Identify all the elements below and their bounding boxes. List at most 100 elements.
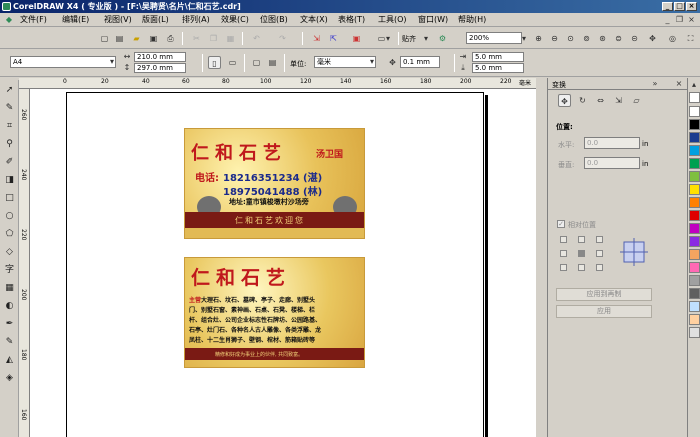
rectangle-tool-icon[interactable]: □ bbox=[3, 192, 16, 205]
color-swatch[interactable] bbox=[689, 262, 700, 273]
import-icon[interactable]: ⇲ bbox=[310, 32, 323, 45]
docker-expand-icon[interactable]: » bbox=[650, 78, 660, 89]
zoom-page-icon[interactable]: ⊛ bbox=[596, 32, 609, 45]
page-width-field[interactable]: 210.0 mm bbox=[134, 52, 186, 62]
menu-file[interactable]: 文件(F) bbox=[20, 14, 47, 26]
no-color-swatch[interactable] bbox=[689, 92, 700, 103]
paper-dropdown-icon[interactable]: ▾ bbox=[108, 56, 116, 67]
anchor-bottom-center[interactable] bbox=[578, 264, 585, 271]
table-tool-icon[interactable]: ▦ bbox=[3, 282, 16, 295]
polygon-tool-icon[interactable]: ⬠ bbox=[3, 228, 16, 241]
duplicate-y-field[interactable]: 5.0 mm bbox=[472, 63, 524, 73]
anchor-middle-left[interactable] bbox=[560, 250, 567, 257]
anchor-bottom-left[interactable] bbox=[560, 264, 567, 271]
menu-help[interactable]: 帮助(H) bbox=[458, 14, 486, 26]
color-swatch[interactable] bbox=[689, 158, 700, 169]
shape-tool-icon[interactable]: ✎ bbox=[3, 102, 16, 115]
anchor-middle-right[interactable] bbox=[596, 250, 603, 257]
menu-text[interactable]: 文本(X) bbox=[300, 14, 328, 26]
application-launcher-icon[interactable]: ▣ bbox=[350, 32, 363, 45]
vertical-field[interactable]: 0.0 bbox=[584, 157, 640, 169]
color-swatch[interactable] bbox=[689, 119, 700, 130]
anchor-top-center[interactable] bbox=[578, 236, 585, 243]
save-icon[interactable]: ▣ bbox=[147, 32, 160, 45]
print-icon[interactable]: ⎙ bbox=[164, 32, 177, 45]
pick-tool-icon[interactable]: ➚ bbox=[3, 84, 16, 97]
units-dropdown-icon[interactable]: ▾ bbox=[368, 56, 376, 67]
doc-minimize-icon[interactable]: _ bbox=[662, 13, 673, 24]
paste-icon[interactable]: ▦ bbox=[224, 32, 237, 45]
all-pages-icon[interactable]: ▢ bbox=[250, 56, 263, 69]
open-icon[interactable]: ▰ bbox=[130, 32, 143, 45]
color-swatch[interactable] bbox=[689, 314, 700, 325]
redo-icon[interactable]: ↷ bbox=[276, 32, 289, 45]
color-swatch[interactable] bbox=[689, 132, 700, 143]
menu-layout[interactable]: 版面(L) bbox=[142, 14, 169, 26]
new-icon[interactable]: ▢ bbox=[98, 32, 111, 45]
business-card-front[interactable]: 仁和石艺 汤卫国 电话: 18216351234 (湛) 18975041488… bbox=[184, 128, 365, 239]
interactive-blend-tool-icon[interactable]: ◐ bbox=[3, 300, 16, 313]
duplicate-x-field[interactable]: 5.0 mm bbox=[472, 52, 524, 62]
color-swatch[interactable] bbox=[689, 223, 700, 234]
nudge-field[interactable]: 0.1 mm bbox=[400, 56, 440, 68]
cut-icon[interactable]: ✂ bbox=[190, 32, 203, 45]
color-swatch[interactable] bbox=[689, 288, 700, 299]
anchor-top-right[interactable] bbox=[596, 236, 603, 243]
zoom-tool-icon[interactable]: ⚲ bbox=[3, 138, 16, 151]
horizontal-field[interactable]: 0.0 bbox=[584, 137, 640, 149]
ellipse-tool-icon[interactable]: ○ bbox=[3, 210, 16, 223]
freehand-tool-icon[interactable]: ✐ bbox=[3, 156, 16, 169]
anchor-bottom-right[interactable] bbox=[596, 264, 603, 271]
apply-button[interactable]: 应用 bbox=[556, 305, 652, 318]
doc-close-icon[interactable]: × bbox=[686, 13, 697, 24]
zoom-in-icon[interactable]: ⊕ bbox=[532, 32, 545, 45]
minimize-button[interactable]: _ bbox=[662, 2, 673, 11]
document-icon[interactable]: ◆ bbox=[3, 13, 15, 25]
menu-bitmaps[interactable]: 位图(B) bbox=[260, 14, 288, 26]
snap-to-label[interactable]: 贴齐 bbox=[402, 34, 416, 44]
menu-window[interactable]: 窗口(W) bbox=[418, 14, 448, 26]
color-swatch[interactable] bbox=[689, 197, 700, 208]
menu-edit[interactable]: 编辑(E) bbox=[62, 14, 89, 26]
zoom-page-height-icon[interactable]: ⊝ bbox=[628, 32, 641, 45]
zoom-page-width-icon[interactable]: ⊜ bbox=[612, 32, 625, 45]
apply-to-duplicate-button[interactable]: 应用到再制 bbox=[556, 288, 652, 301]
copy-icon[interactable]: ❐ bbox=[207, 32, 220, 45]
color-swatch[interactable] bbox=[689, 171, 700, 182]
color-swatch[interactable] bbox=[689, 184, 700, 195]
new-from-template-icon[interactable]: ▤ bbox=[113, 32, 126, 45]
maximize-button[interactable]: □ bbox=[674, 2, 685, 11]
eyedropper-tool-icon[interactable]: ✒ bbox=[3, 318, 16, 331]
horizontal-ruler[interactable]: 0 20 40 60 80 100 120 140 160 180 200 22… bbox=[19, 78, 536, 89]
position-tab-icon[interactable]: ✥ bbox=[558, 94, 571, 107]
outline-tool-icon[interactable]: ✎ bbox=[3, 336, 16, 349]
business-card-back[interactable]: 仁和石艺 主营 大理石、坟石、墓碑、亭子、走廊、别墅头 门、别墅石窗、素神画、石… bbox=[184, 257, 365, 368]
menu-arrange[interactable]: 排列(A) bbox=[182, 14, 210, 26]
coreldraw-app-icon[interactable] bbox=[2, 2, 11, 11]
palette-scroll-up-icon[interactable]: ▴ bbox=[688, 80, 700, 90]
zoom-selected-icon[interactable]: ⊙ bbox=[564, 32, 577, 45]
anchor-center[interactable] bbox=[578, 250, 585, 257]
menu-view[interactable]: 视图(V) bbox=[104, 14, 132, 26]
color-swatch[interactable] bbox=[689, 236, 700, 247]
pan-icon[interactable]: ✥ bbox=[646, 32, 659, 45]
color-swatch[interactable] bbox=[689, 275, 700, 286]
menu-table[interactable]: 表格(T) bbox=[338, 14, 365, 26]
relative-position-checkbox[interactable]: ✓ bbox=[557, 220, 565, 228]
landscape-icon[interactable]: ▭ bbox=[226, 56, 239, 69]
text-tool-icon[interactable]: 字 bbox=[3, 264, 16, 277]
docker-close-icon[interactable]: × bbox=[674, 78, 684, 89]
color-swatch[interactable] bbox=[689, 301, 700, 312]
fullscreen-icon[interactable]: ⛶ bbox=[684, 32, 697, 45]
zoom-out-icon[interactable]: ⊖ bbox=[548, 32, 561, 45]
vertical-ruler[interactable]: 260 240 220 200 180 160 bbox=[19, 89, 30, 437]
menu-tools[interactable]: 工具(O) bbox=[378, 14, 407, 26]
crop-tool-icon[interactable]: ⌗ bbox=[3, 120, 16, 133]
page-height-field[interactable]: 297.0 mm bbox=[134, 63, 186, 73]
zoom-all-objects-icon[interactable]: ⊚ bbox=[580, 32, 593, 45]
smart-fill-tool-icon[interactable]: ◨ bbox=[3, 174, 16, 187]
units-select[interactable]: 毫米 bbox=[314, 56, 376, 68]
rotate-tab-icon[interactable]: ↻ bbox=[576, 94, 589, 107]
snap-dropdown-icon[interactable]: ▾ bbox=[422, 32, 430, 45]
interactive-fill-tool-icon[interactable]: ◈ bbox=[3, 372, 16, 385]
